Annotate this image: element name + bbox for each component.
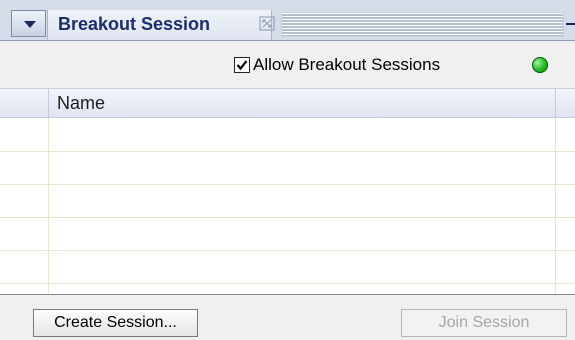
panel-tab[interactable]: Breakout Session	[47, 10, 275, 40]
allow-breakout-checkbox[interactable]	[234, 57, 250, 73]
panel-footer: Create Session... Join Session	[0, 294, 575, 340]
column-header-name[interactable]: Name	[57, 93, 105, 114]
table-row[interactable]	[0, 118, 575, 152]
column-divider	[555, 118, 556, 295]
checkmark-icon	[236, 60, 248, 71]
table-row[interactable]	[0, 250, 575, 284]
table-row[interactable]	[0, 184, 575, 218]
allow-breakout-toggle[interactable]: Allow Breakout Sessions	[234, 55, 441, 74]
column-divider	[48, 118, 49, 295]
collapse-button[interactable]	[11, 10, 46, 37]
session-table: Name	[0, 88, 575, 295]
create-session-button[interactable]: Create Session...	[33, 309, 198, 337]
join-session-button[interactable]: Join Session	[401, 309, 567, 337]
panel-title: Breakout Session	[58, 14, 211, 34]
green-status-icon	[532, 57, 548, 73]
table-row[interactable]	[0, 151, 575, 185]
table-header: Name	[0, 89, 575, 118]
float-panel-icon[interactable]	[259, 16, 275, 31]
table-row[interactable]	[0, 217, 575, 251]
minus-icon[interactable]	[566, 23, 575, 25]
options-row: Allow Breakout Sessions	[0, 41, 575, 87]
titlebar-grip[interactable]	[281, 12, 564, 37]
triangle-down-icon	[24, 21, 36, 28]
panel-titlebar: Breakout Session	[0, 0, 575, 41]
allow-breakout-label: Allow Breakout Sessions	[253, 55, 441, 74]
header-tail-cell	[555, 89, 575, 117]
header-lead-cell	[0, 89, 49, 117]
